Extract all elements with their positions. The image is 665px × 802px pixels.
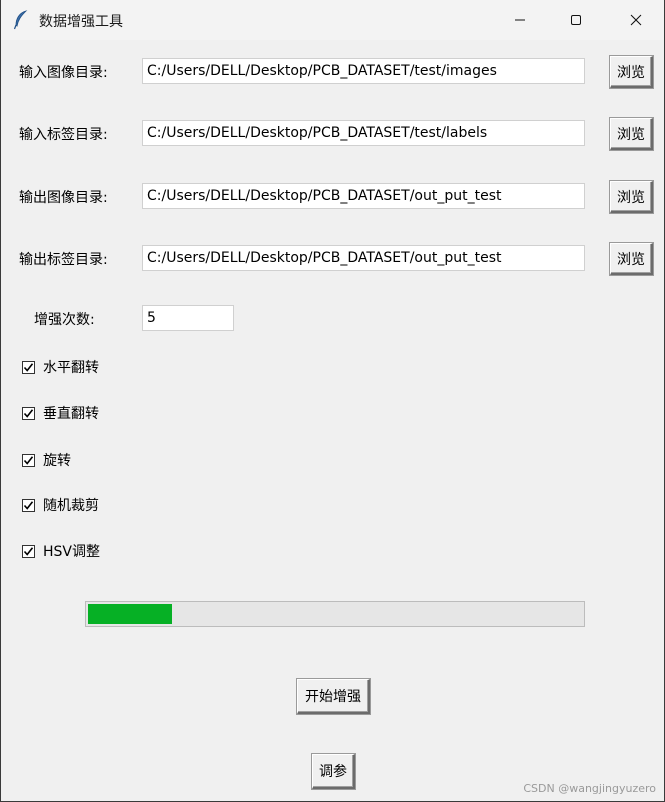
title-bar[interactable]: 数据增强工具 <box>1 0 664 40</box>
checkbox[interactable] <box>22 360 35 374</box>
maximize-button[interactable] <box>548 0 604 40</box>
option-horizontal-flip[interactable]: 水平翻转 <box>22 358 99 376</box>
augment-count-field[interactable] <box>142 305 234 331</box>
output-image-dir-field[interactable] <box>142 183 585 209</box>
close-button[interactable] <box>608 0 664 40</box>
checkmark-icon <box>23 500 34 510</box>
browse-output-label-button[interactable]: 浏览 <box>610 243 653 275</box>
option-random-crop[interactable]: 随机裁剪 <box>22 496 99 514</box>
app-window: 数据增强工具 输入图像目录: 浏览 输入标签目录: 浏览 输出图像目录: 浏览 … <box>0 0 665 802</box>
checkbox[interactable] <box>22 498 35 512</box>
checkbox[interactable] <box>22 406 35 420</box>
input-label-dir-field[interactable] <box>142 120 585 146</box>
tune-params-button[interactable]: 调参 <box>312 754 355 789</box>
maximize-icon <box>571 15 581 25</box>
input-image-dir-label: 输入图像目录: <box>19 65 108 81</box>
browse-output-image-button[interactable]: 浏览 <box>610 181 653 213</box>
option-hsv-adjust[interactable]: HSV调整 <box>22 542 100 560</box>
output-image-dir-label: 输出图像目录: <box>19 190 108 206</box>
browse-input-image-button[interactable]: 浏览 <box>610 56 653 88</box>
input-label-dir-label: 输入标签目录: <box>19 127 108 143</box>
checkbox[interactable] <box>22 544 35 558</box>
watermark: CSDN @wangjingyuzero <box>523 782 656 795</box>
window-title: 数据增强工具 <box>39 14 123 30</box>
checkmark-icon <box>23 546 34 556</box>
minimize-icon <box>515 19 525 21</box>
output-label-dir-label: 输出标签目录: <box>19 252 108 268</box>
input-image-dir-field[interactable] <box>142 58 585 84</box>
augment-count-label: 增强次数: <box>34 312 95 328</box>
output-label-dir-field[interactable] <box>142 245 585 271</box>
option-label: 旋转 <box>43 453 71 469</box>
option-rotate[interactable]: 旋转 <box>22 451 71 469</box>
checkmark-icon <box>23 362 34 372</box>
progress-fill <box>88 604 172 624</box>
checkmark-icon <box>23 408 34 418</box>
progress-bar <box>85 601 585 627</box>
minimize-button[interactable] <box>492 0 548 40</box>
checkmark-icon <box>23 455 34 465</box>
option-vertical-flip[interactable]: 垂直翻转 <box>22 404 99 422</box>
close-icon <box>630 14 642 26</box>
option-label: 垂直翻转 <box>43 406 99 422</box>
option-label: 水平翻转 <box>43 360 99 376</box>
checkbox[interactable] <box>22 453 35 467</box>
start-augment-button[interactable]: 开始增强 <box>297 679 370 714</box>
feather-icon <box>13 10 29 30</box>
option-label: 随机裁剪 <box>43 498 99 514</box>
option-label: HSV调整 <box>43 544 100 560</box>
browse-input-label-button[interactable]: 浏览 <box>610 118 653 150</box>
